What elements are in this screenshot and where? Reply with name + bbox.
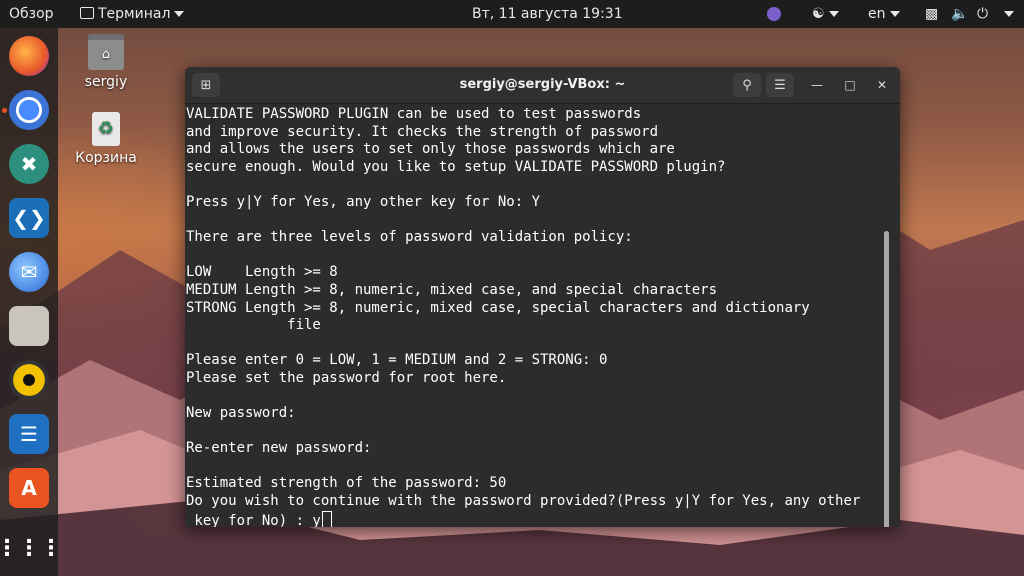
prompt-text: key for No) : y	[186, 512, 321, 527]
app-menu-label: Терминал	[98, 6, 171, 22]
terminal-line: secure enough. Would you like to setup V…	[186, 158, 726, 175]
menu-button[interactable]: ☰	[766, 73, 794, 97]
running-indicator	[2, 108, 7, 113]
terminal-output[interactable]: VALIDATE PASSWORD PLUGIN can be used to …	[186, 106, 891, 527]
new-tab-button[interactable]: ⊞	[192, 73, 220, 97]
app-grid-icon[interactable]: ⋮⋮⋮	[0, 528, 62, 568]
firefox-icon[interactable]	[9, 36, 49, 76]
power-icon[interactable]: ⏻	[977, 0, 988, 28]
terminal-line: Re-enter new password:	[186, 440, 372, 457]
search-button[interactable]: ⚲	[733, 73, 761, 97]
desktop-icon-label: Корзина	[75, 150, 137, 166]
app-menu[interactable]: Терминал	[80, 0, 185, 28]
home-folder-icon: ⌂	[88, 34, 124, 70]
files-icon[interactable]	[9, 306, 49, 346]
new-tab-icon: ⊞	[200, 77, 212, 93]
close-icon: ✕	[876, 78, 888, 92]
terminal-line: Do you wish to continue with the passwor…	[186, 493, 861, 510]
terminal-header-bar[interactable]: ⊞ sergiy@sergiy-VBox: ~ ⚲ ☰ — □ ✕	[185, 67, 900, 104]
writer-icon[interactable]: ☰	[9, 414, 49, 454]
system-menu-chevron[interactable]	[1000, 0, 1014, 28]
terminal-line: STRONG Length >= 8, numeric, mixed case,…	[186, 299, 810, 316]
window-title: sergiy@sergiy-VBox: ~	[459, 77, 626, 92]
viber-tray-icon[interactable]	[767, 0, 781, 28]
terminal-line: MEDIUM Length >= 8, numeric, mixed case,…	[186, 281, 718, 298]
trash-icon: ♻	[92, 112, 120, 146]
remmina-icon[interactable]: ✖	[9, 144, 49, 184]
terminal-app-icon	[80, 7, 94, 19]
software-store-icon[interactable]: A	[9, 468, 49, 508]
minimize-button[interactable]: —	[805, 73, 829, 97]
terminal-window[interactable]: ⊞ sergiy@sergiy-VBox: ~ ⚲ ☰ — □ ✕ VALIDA…	[185, 67, 900, 527]
rhythmbox-icon[interactable]	[9, 360, 49, 400]
minimize-icon: —	[811, 78, 823, 92]
hamburger-menu-icon: ☰	[774, 77, 786, 93]
terminal-lines: VALIDATE PASSWORD PLUGIN can be used to …	[186, 106, 891, 527]
chevron-down-icon	[889, 11, 900, 17]
text-cursor	[321, 510, 332, 527]
chevron-down-icon	[1004, 11, 1014, 17]
terminal-line: Please set the password for root here.	[186, 369, 507, 386]
terminal-line: Estimated strength of the password: 50	[186, 475, 507, 492]
keyboard-layout-label: en	[868, 6, 886, 22]
terminal-line: VALIDATE PASSWORD PLUGIN can be used to …	[186, 106, 642, 122]
search-icon: ⚲	[742, 77, 752, 93]
volume-icon[interactable]: 🔈	[951, 0, 968, 28]
maximize-icon: □	[844, 78, 856, 92]
maximize-button[interactable]: □	[838, 73, 862, 97]
activities-button[interactable]: Обзор	[9, 0, 54, 28]
vscode-icon[interactable]: ❮❯	[9, 198, 49, 238]
dock: ✖ ❮❯ ✉ ☰ A ⋮⋮⋮	[0, 28, 62, 576]
terminal-line: file	[186, 317, 321, 334]
terminal-line: and improve security. It checks the stre…	[186, 123, 659, 140]
thunderbird-icon[interactable]: ✉	[9, 252, 49, 292]
network-icon[interactable]: ▩	[925, 0, 938, 28]
accessibility-icon[interactable]: ☯	[812, 0, 839, 28]
chevron-down-icon	[828, 11, 839, 17]
terminal-line: New password:	[186, 405, 296, 422]
top-bar: Обзор Терминал Вт, 11 августа 19:31 ☯ en…	[0, 0, 1024, 28]
desktop-icon-label: sergiy	[84, 74, 128, 90]
desktop-icon-trash[interactable]: ♻ Корзина	[66, 112, 146, 166]
terminal-line: and allows the users to set only those p…	[186, 141, 675, 158]
close-button[interactable]: ✕	[870, 73, 894, 97]
desktop-icon-home[interactable]: ⌂ sergiy	[66, 34, 146, 90]
terminal-line: LOW Length >= 8	[186, 264, 338, 281]
terminal-line: Press y|Y for Yes, any other key for No:…	[186, 193, 541, 210]
desktop: Обзор Терминал Вт, 11 августа 19:31 ☯ en…	[0, 0, 1024, 576]
clock[interactable]: Вт, 11 августа 19:31	[472, 0, 623, 28]
chevron-down-icon	[174, 11, 185, 17]
terminal-prompt-line[interactable]: key for No) : y	[186, 510, 891, 527]
terminal-line: There are three levels of password valid…	[186, 229, 633, 246]
chromium-icon[interactable]	[9, 90, 49, 130]
keyboard-layout-indicator[interactable]: en	[868, 0, 900, 28]
scrollbar[interactable]	[884, 231, 889, 527]
terminal-line: Please enter 0 = LOW, 1 = MEDIUM and 2 =…	[186, 352, 608, 369]
